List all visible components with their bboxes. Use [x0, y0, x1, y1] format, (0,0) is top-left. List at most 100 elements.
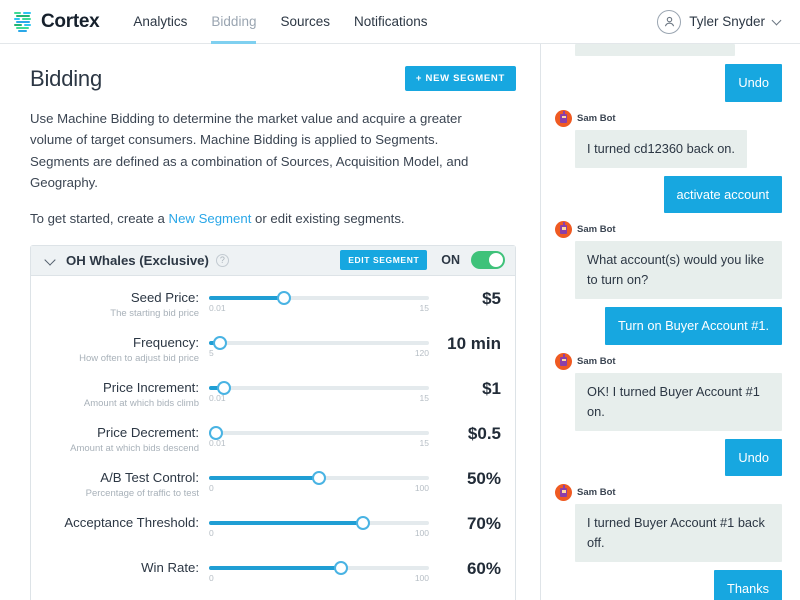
slider-control[interactable]: 0 100 [209, 468, 429, 494]
chat-message-bot: Sam Bot OK! I turned Buyer Account #1 on… [553, 352, 782, 431]
edit-segment-button[interactable]: EDIT SEGMENT [340, 250, 428, 271]
user-name: Tyler Snyder [689, 14, 765, 29]
slider-track[interactable] [208, 425, 429, 440]
slider-label-block: A/B Test Control: Percentage of traffic … [39, 468, 209, 500]
slider-min: 0 [209, 482, 214, 493]
slider-label-block: Win Rate: [39, 558, 209, 579]
segment-card-header[interactable]: OH Whales (Exclusive) ? EDIT SEGMENT ON [31, 245, 515, 276]
slider-max: 100 [414, 527, 429, 538]
bot-bubble: I turned cd12360 back on. [575, 129, 747, 168]
slider-track[interactable] [209, 335, 429, 350]
slider-control[interactable]: 0 100 [209, 513, 429, 539]
slider-control[interactable]: 0.01 15 [209, 378, 429, 404]
new-segment-link[interactable]: New Segment [169, 211, 252, 226]
slider-track[interactable] [209, 380, 429, 395]
slider-track[interactable] [209, 560, 429, 575]
help-icon[interactable]: ? [215, 253, 229, 267]
nav-item-analytics[interactable]: Analytics [121, 0, 199, 43]
slider-fill [209, 520, 363, 525]
user-bubble[interactable]: activate account [663, 175, 782, 214]
chat-scrollbar[interactable] [792, 44, 798, 600]
slider-max: 15 [419, 302, 429, 313]
new-segment-button[interactable]: + NEW SEGMENT [404, 66, 516, 91]
brand-name: Cortex [41, 10, 100, 32]
user-bubble[interactable]: Turn on Buyer Account #1. [604, 307, 782, 345]
nav-item-sources[interactable]: Sources [268, 0, 342, 43]
nav-item-notifications[interactable]: Notifications [342, 0, 440, 43]
bot-name: Sam Bot [577, 224, 616, 236]
slider-fill [209, 565, 341, 570]
slider-max: 100 [414, 482, 429, 493]
segment-title: OH Whales (Exclusive) [66, 252, 209, 268]
slider-control[interactable]: 0.01 15 [208, 423, 429, 449]
slider-max: 15 [419, 392, 429, 403]
bot-bubble: I turned Buyer Account #1 back off. [575, 504, 782, 563]
slider-value: $0.5 [467, 423, 501, 443]
bot-avatar-icon [555, 221, 572, 239]
slider-name: A/B Test Control: [100, 469, 199, 485]
user-bubble[interactable]: Thanks [714, 570, 782, 600]
slider-row-price-increment: Price Increment: Amount at which bids cl… [31, 378, 515, 423]
slider-control[interactable]: 0.01 15 [209, 288, 429, 314]
get-started-paragraph: To get started, create a New Segment or … [30, 208, 500, 229]
main-content: Bidding + NEW SEGMENT Use Machine Biddin… [0, 44, 540, 600]
cortex-logo-icon [14, 11, 34, 33]
nav-item-bidding[interactable]: Bidding [199, 0, 268, 44]
slider-control[interactable]: 0 100 [209, 558, 429, 584]
bot-avatar-icon [555, 484, 572, 502]
slider-track[interactable] [209, 470, 429, 485]
slider-row-win-rate: Win Rate: 0 100 60% [31, 558, 515, 600]
slider-max: 15 [419, 437, 429, 448]
chat-message-user: activate account [553, 175, 782, 214]
slider-name: Price Increment: [102, 379, 199, 395]
slider-max: 100 [414, 572, 429, 583]
slider-control[interactable]: 5 120 [209, 333, 429, 359]
chat-message-bot: Sam Bot What account(s) would you like t… [553, 221, 782, 300]
brand-logo[interactable]: Cortex [14, 10, 100, 33]
body-split: Bidding + NEW SEGMENT Use Machine Biddin… [0, 44, 800, 600]
slider-name: Seed Price: [130, 289, 199, 305]
slider-name: Price Decrement: [97, 424, 199, 440]
slider-value: 50% [466, 468, 501, 488]
slider-value: $1 [482, 378, 501, 398]
slider-label-block: Seed Price: The starting bid price [39, 288, 209, 320]
slider-track[interactable] [209, 290, 429, 305]
slider-value: 70% [466, 513, 501, 533]
bot-header: Sam Bot [553, 221, 782, 239]
get-started-suffix: or edit existing segments. [251, 210, 405, 226]
slider-track[interactable] [209, 515, 429, 530]
bot-header: Sam Bot [553, 352, 782, 370]
chat-message-bot: Sam Bot I turned Buyer Account #1 back o… [553, 484, 782, 563]
slider-range: 0 100 [209, 573, 429, 584]
slider-label-block: Price Increment: Amount at which bids cl… [39, 378, 209, 410]
slider-max: 120 [414, 347, 429, 358]
get-started-prefix: To get started, create a [30, 210, 169, 226]
slider-min: 0.01 [209, 437, 226, 448]
slider-description: The starting bid price [110, 308, 199, 320]
chat-message-user: Thanks [553, 570, 782, 600]
bot-header: Sam Bot [553, 484, 782, 502]
user-menu[interactable]: Tyler Snyder [657, 9, 786, 34]
page-title-row: Bidding + NEW SEGMENT [30, 66, 516, 92]
user-bubble[interactable]: Undo [725, 438, 782, 477]
chat-panel: Undo Sam Bot I turned cd12360 back on. a… [540, 44, 800, 600]
bot-header: Sam Bot [553, 109, 782, 127]
slider-range: 0 100 [209, 483, 429, 494]
segment-toggle[interactable] [471, 251, 505, 270]
slider-row-acceptance-threshold: Acceptance Threshold: 0 100 70% [31, 513, 515, 558]
segment-state-label: ON [441, 253, 460, 268]
chevron-down-icon[interactable] [45, 254, 57, 266]
slider-range: 5 120 [209, 348, 429, 359]
chat-message-user: Turn on Buyer Account #1. [553, 307, 782, 345]
user-bubble[interactable]: Undo [725, 64, 782, 102]
user-avatar-icon [657, 9, 682, 34]
slider-min: 0 [209, 527, 214, 538]
segment-sliders: Seed Price: The starting bid price 0.01 … [31, 276, 515, 600]
slider-description: How often to adjust bid price [79, 353, 199, 365]
main-nav: Analytics Bidding Sources Notifications [121, 0, 440, 44]
top-navigation-bar: Cortex Analytics Bidding Sources Notific… [0, 0, 800, 44]
slider-name: Frequency: [133, 334, 199, 350]
slider-value: 60% [466, 558, 501, 578]
slider-value: 10 min [447, 333, 501, 353]
slider-label-block: Acceptance Threshold: [39, 513, 209, 534]
